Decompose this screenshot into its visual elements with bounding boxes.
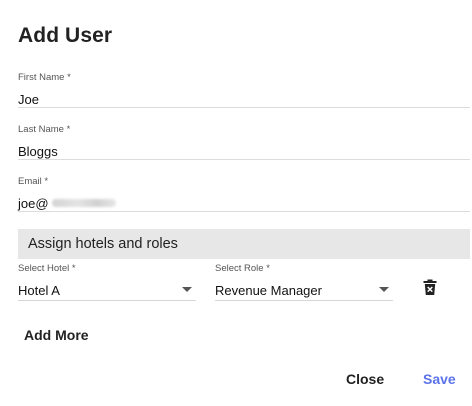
add-more-button[interactable]: Add More bbox=[24, 327, 89, 343]
last-name-label: Last Name * bbox=[18, 124, 71, 135]
last-name-field[interactable]: Last Name * Bloggs bbox=[18, 124, 470, 160]
add-user-dialog: Add User First Name * Joe Last Name * Bl… bbox=[0, 0, 472, 406]
first-name-input[interactable]: Joe bbox=[18, 92, 470, 108]
trash-icon[interactable] bbox=[423, 279, 437, 295]
email-input[interactable]: joe@ bbox=[18, 196, 470, 212]
close-button[interactable]: Close bbox=[346, 371, 384, 387]
dialog-title: Add User bbox=[18, 24, 113, 47]
role-select-label: Select Role * bbox=[215, 263, 270, 274]
hotel-select-label: Select Hotel * bbox=[18, 263, 76, 274]
email-field[interactable]: Email * joe@ bbox=[18, 176, 470, 212]
email-underline bbox=[18, 211, 470, 212]
email-domain-redacted bbox=[51, 199, 116, 208]
last-name-underline bbox=[18, 159, 470, 160]
first-name-underline bbox=[18, 107, 470, 108]
role-select-underline bbox=[215, 300, 393, 301]
chevron-down-icon[interactable] bbox=[379, 287, 389, 292]
hotel-select-underline bbox=[18, 300, 196, 301]
hotel-select[interactable]: Select Hotel * Hotel A bbox=[18, 263, 196, 303]
role-select[interactable]: Select Role * Revenue Manager bbox=[215, 263, 393, 303]
last-name-input[interactable]: Bloggs bbox=[18, 144, 470, 160]
hotel-select-value[interactable]: Hotel A bbox=[18, 283, 60, 298]
chevron-down-icon[interactable] bbox=[182, 287, 192, 292]
first-name-field[interactable]: First Name * Joe bbox=[18, 72, 470, 108]
save-button[interactable]: Save bbox=[423, 371, 456, 387]
assign-section-header: Assign hotels and roles bbox=[18, 229, 470, 259]
email-value: joe@ bbox=[18, 196, 49, 211]
first-name-label: First Name * bbox=[18, 72, 71, 83]
email-label: Email * bbox=[18, 176, 49, 187]
role-select-value[interactable]: Revenue Manager bbox=[215, 283, 322, 298]
section-title: Assign hotels and roles bbox=[28, 236, 178, 252]
